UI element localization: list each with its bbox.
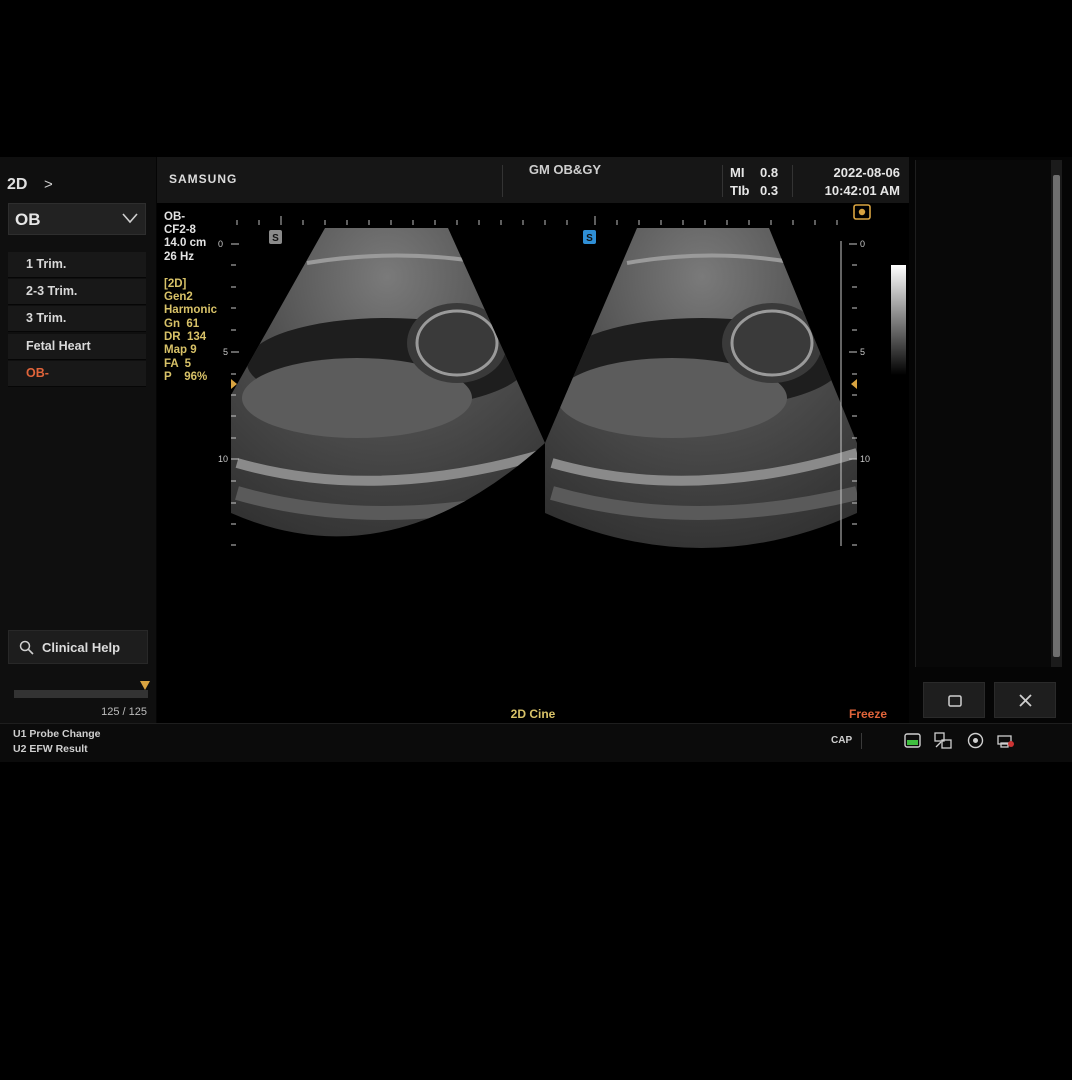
- grayscale-bar: [891, 265, 906, 375]
- window-icon: [948, 694, 962, 712]
- user-key-u2[interactable]: U2 EFW Result: [13, 743, 88, 755]
- exam-time: 10:42:01 AM: [824, 183, 900, 198]
- mode-param: [2D]: [164, 278, 187, 290]
- cine-position-marker[interactable]: [140, 681, 150, 690]
- probe-name-param: CF2-8: [164, 224, 196, 236]
- cine-status-label: 2D Cine: [510, 707, 556, 721]
- right-panel: [915, 160, 1053, 667]
- printer-icon: [997, 732, 1015, 754]
- tib-label: TIb: [730, 183, 750, 198]
- left-ultrasound-image[interactable]: [217, 223, 557, 583]
- left-depth-label-5: 5: [223, 347, 228, 357]
- preset-item-1-trim[interactable]: 1 Trim.: [8, 252, 146, 278]
- preset-item-ob-user[interactable]: OB-: [8, 361, 146, 387]
- clinical-help-button[interactable]: Clinical Help: [8, 630, 148, 664]
- right-depth-label-0: 0: [860, 239, 865, 249]
- caps-lock-indicator: CAP: [831, 735, 853, 746]
- clinical-help-label: Clinical Help: [42, 640, 121, 655]
- search-icon: [19, 640, 34, 660]
- right-ultrasound-image[interactable]: [537, 223, 867, 583]
- top-tick-scale: [236, 216, 838, 225]
- cine-mode-icon[interactable]: [853, 204, 871, 220]
- header-divider: [722, 165, 723, 197]
- status-divider: [861, 733, 862, 749]
- preset-dropdown[interactable]: OB: [8, 203, 146, 235]
- left-orientation-label: S: [272, 233, 279, 244]
- preset-item-3-trim[interactable]: 3 Trim.: [8, 306, 146, 332]
- cine-scrollbar[interactable]: [14, 690, 148, 698]
- preset-dropdown-value: OB: [15, 210, 41, 229]
- battery-icon: [904, 732, 921, 754]
- freeze-status-label: Freeze: [848, 707, 888, 721]
- frame-average-param: FA 5: [164, 358, 192, 370]
- tib-value: 0.3: [760, 183, 779, 198]
- brand-logo: SAMSUNG: [169, 172, 238, 186]
- mi-label: MI: [730, 165, 745, 180]
- close-button[interactable]: [994, 682, 1056, 718]
- power-param: P 96%: [164, 371, 208, 383]
- left-depth-label-0: 0: [218, 239, 223, 249]
- depth-param: 14.0 cm: [164, 237, 207, 249]
- header-divider: [792, 165, 793, 197]
- preset-item-fetal-heart[interactable]: Fetal Heart: [8, 334, 146, 360]
- probe-preset-param: OB-: [164, 211, 186, 223]
- imaging-mode-label[interactable]: 2D: [7, 176, 27, 194]
- network-icon: [934, 732, 952, 754]
- right-panel-scroll-thumb[interactable]: [1053, 175, 1060, 657]
- right-focus-marker: [851, 379, 857, 389]
- left-depth-label-10: 10: [218, 454, 228, 464]
- map-param: Map 9: [164, 344, 197, 356]
- cine-frame-count: 125 / 125: [101, 706, 147, 718]
- mi-value: 0.8: [760, 165, 779, 180]
- exam-date: 2022-08-06: [833, 165, 901, 180]
- right-orientation-label: S: [586, 233, 593, 244]
- gain-param: Gn 61: [164, 318, 200, 330]
- mode-chevron-icon[interactable]: >: [44, 176, 53, 193]
- right-depth-label-5: 5: [860, 347, 865, 357]
- frame-rate-param: 26 Hz: [164, 251, 195, 263]
- right-depth-label-10: 10: [860, 454, 870, 464]
- window-button[interactable]: [923, 682, 985, 718]
- dual-ultrasound-view[interactable]: 0 5 10 0 5 10 S S: [157, 203, 909, 723]
- preset-item-2-3-trim[interactable]: 2-3 Trim.: [8, 279, 146, 305]
- close-icon: [1019, 694, 1032, 712]
- user-key-u1[interactable]: U1 Probe Change: [13, 728, 101, 740]
- disc-icon: [967, 732, 984, 754]
- chevron-down-icon: [121, 209, 139, 232]
- header-divider: [502, 165, 503, 197]
- exam-title: GM OB&GY: [528, 162, 602, 177]
- dynamic-range-param: DR 134: [164, 331, 207, 343]
- harmonic-param: Harmonic: [164, 304, 218, 316]
- gen-param: Gen2: [164, 291, 193, 303]
